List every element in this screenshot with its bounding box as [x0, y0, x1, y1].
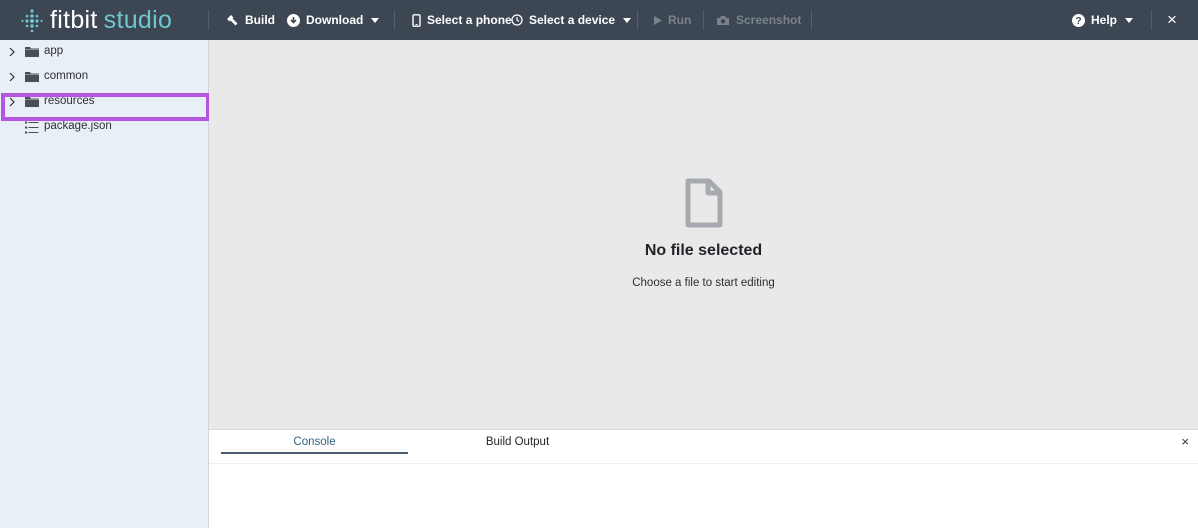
tabs-divider	[209, 463, 1198, 464]
folder-icon	[25, 97, 39, 107]
bottom-panel: Console Build Output ×	[209, 429, 1198, 528]
tree-item-label: resources	[44, 95, 95, 107]
tree-item-label: common	[44, 70, 89, 82]
run-button[interactable]: Run	[654, 0, 691, 40]
logo-text-fitbit: fitbit	[50, 5, 98, 34]
tree-folder-common[interactable]: common	[0, 65, 209, 90]
chevron-right-icon	[9, 97, 15, 107]
chevron-down-icon	[623, 17, 632, 23]
camera-icon	[717, 15, 729, 25]
tree-folder-app[interactable]: app	[0, 40, 209, 65]
fitbit-dots-icon	[21, 9, 43, 32]
fitbit-studio-logo: fitbit studio	[20, 5, 172, 35]
toolbar-divider	[208, 10, 209, 30]
logo-text-studio: studio	[103, 5, 173, 34]
toolbar-divider	[1151, 10, 1152, 30]
file-explorer-sidebar: app common resources package.json	[0, 40, 210, 528]
tree-item-label: package.json	[44, 120, 112, 132]
empty-state-subtitle: Choose a file to start editing	[632, 277, 775, 289]
chevron-right-icon	[9, 47, 15, 57]
build-button[interactable]: Build	[225, 0, 275, 40]
screenshot-label: Screenshot	[736, 13, 802, 27]
toolbar-divider	[637, 10, 638, 30]
toolbar-divider	[394, 10, 395, 30]
build-label: Build	[245, 13, 275, 27]
select-device-dropdown[interactable]: Select a device	[511, 0, 637, 40]
toolbar-divider	[811, 10, 812, 30]
play-icon	[654, 15, 662, 25]
tree-folder-resources[interactable]: resources	[0, 90, 209, 115]
chevron-right-icon	[9, 72, 15, 82]
folder-icon	[25, 72, 39, 82]
help-label: Help	[1091, 13, 1118, 27]
tree-item-label: app	[44, 45, 64, 57]
close-button[interactable]: ×	[1167, 0, 1177, 40]
list-file-icon	[25, 121, 39, 134]
download-icon	[287, 13, 300, 27]
chevron-down-icon	[1125, 17, 1134, 23]
select-phone-button[interactable]: Select a phone	[412, 0, 512, 40]
editor-area: No file selected Choose a file to start …	[209, 40, 1198, 429]
tab-console[interactable]: Console	[221, 430, 408, 454]
tab-build-output-label: Build Output	[485, 436, 550, 448]
empty-state-title: No file selected	[644, 242, 763, 259]
select-phone-label: Select a phone	[427, 13, 512, 27]
folder-icon	[25, 47, 39, 57]
download-label: Download	[306, 13, 364, 27]
tab-build-output[interactable]: Build Output	[424, 430, 611, 454]
watch-icon	[511, 14, 523, 26]
select-device-label: Select a device	[529, 13, 616, 27]
document-icon	[685, 178, 723, 228]
close-icon: ×	[1181, 434, 1189, 449]
tab-console-label: Console	[293, 436, 336, 448]
toolbar-divider	[703, 10, 704, 30]
tree-file-package-json[interactable]: package.json	[0, 115, 209, 140]
close-icon: ×	[1167, 10, 1177, 29]
top-toolbar: fitbit studio Build Download Select a ph…	[0, 0, 1198, 40]
svg-text:?: ?	[1075, 16, 1081, 27]
panel-close-button[interactable]: ×	[1181, 434, 1189, 449]
run-label: Run	[668, 13, 692, 27]
screenshot-button[interactable]: Screenshot	[716, 0, 801, 40]
help-icon: ?	[1072, 13, 1085, 27]
phone-icon	[412, 13, 421, 27]
download-dropdown[interactable]: Download	[287, 0, 385, 40]
help-dropdown[interactable]: ? Help	[1072, 0, 1139, 40]
hammer-icon	[227, 15, 238, 26]
chevron-down-icon	[371, 17, 380, 23]
